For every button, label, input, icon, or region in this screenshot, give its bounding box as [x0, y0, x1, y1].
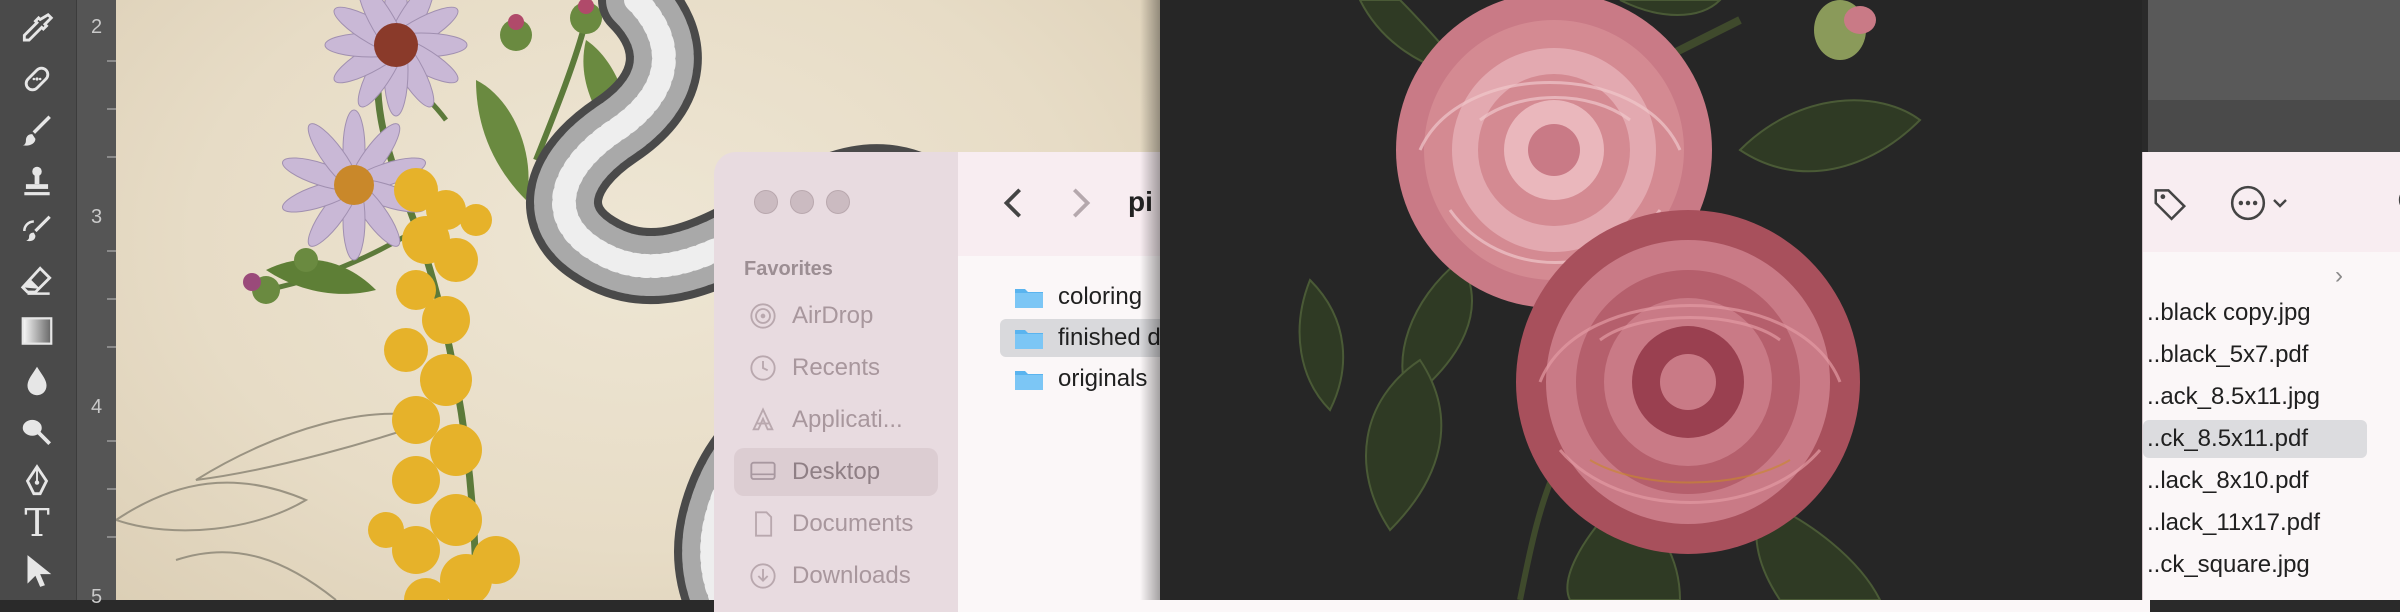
chevron-right-icon[interactable]: [1066, 186, 1094, 225]
sidebar-item-label: Recents: [792, 354, 881, 381]
minimize-window-button[interactable]: [790, 190, 814, 214]
ruler-number: 2: [91, 16, 103, 38]
finder-toolbar-right: [2143, 152, 2400, 253]
path-chevron[interactable]: ›: [2335, 262, 2343, 290]
tag-icon[interactable]: [2151, 184, 2189, 227]
gradient-icon[interactable]: [14, 308, 60, 354]
blur-icon[interactable]: [14, 358, 60, 404]
file-name: coloring: [1058, 283, 1143, 310]
type-icon[interactable]: T: [14, 500, 60, 546]
file-name: ..ack_8.5x11.jpg: [2147, 383, 2321, 410]
photoshop-toolbar: T: [0, 0, 76, 600]
file-name: ..ck_8.5x11.pdf: [2147, 425, 2308, 452]
finder-sidebar: Favorites AirDrop Recents Applicati... D…: [714, 152, 959, 612]
folder-icon: [1015, 371, 1043, 390]
history-brush-icon[interactable]: [14, 208, 60, 254]
eyedropper-icon[interactable]: [14, 6, 60, 52]
sidebar-item-downloads[interactable]: Downloads: [734, 552, 938, 600]
list-item[interactable]: ..black copy.jpg: [2143, 294, 2367, 332]
image-preview-window[interactable]: [1160, 0, 2142, 600]
file-name: ..lack_8x10.pdf: [2147, 467, 2309, 494]
vertical-ruler: 2 3 4 5: [76, 0, 117, 608]
download-icon: [748, 561, 778, 591]
chevron-down-icon[interactable]: [2271, 194, 2289, 217]
desktop-icon: [748, 457, 778, 487]
document-icon: [748, 509, 778, 539]
sidebar-item-applications[interactable]: Applicati...: [734, 396, 938, 444]
file-name: ..ck_square.jpg: [2147, 551, 2310, 578]
pen-icon[interactable]: [14, 458, 60, 504]
search-icon[interactable]: [2389, 184, 2400, 227]
sidebar-item-airdrop[interactable]: AirDrop: [734, 292, 938, 340]
clone-stamp-icon[interactable]: [14, 158, 60, 204]
ruler-number: 3: [91, 206, 103, 228]
airdrop-icon: [748, 301, 778, 331]
rose-flower-lower: [1516, 210, 1860, 554]
file-name: ..black copy.jpg: [2147, 299, 2311, 326]
clock-icon: [748, 353, 778, 383]
close-window-button[interactable]: [754, 190, 778, 214]
sidebar-item-label: Downloads: [792, 562, 911, 589]
sidebar-item-documents[interactable]: Documents: [734, 500, 938, 548]
file-name: ..black_5x7.pdf: [2147, 341, 2309, 368]
ruler-number: 5: [91, 586, 103, 608]
more-options-icon[interactable]: [2229, 184, 2267, 227]
file-name: ..lack_11x17.pdf: [2147, 509, 2321, 536]
aster-flower: [324, 0, 468, 117]
ruler-number: 4: [91, 396, 103, 418]
sidebar-item-label: Documents: [792, 510, 914, 537]
sidebar-item-desktop[interactable]: Desktop: [734, 448, 938, 496]
sidebar-section-favorites: Favorites: [744, 258, 833, 280]
path-selection-icon[interactable]: [14, 548, 60, 594]
folder-icon: [1015, 289, 1043, 308]
list-item[interactable]: ..lack_8x10.pdf: [2143, 462, 2367, 500]
file-name: originals: [1058, 365, 1148, 392]
dodge-icon[interactable]: [14, 408, 60, 454]
camellia-artwork: [1298, 0, 1922, 600]
window-shadow: [1140, 0, 1160, 600]
healing-brush-icon[interactable]: [14, 56, 60, 102]
eraser-icon[interactable]: [14, 258, 60, 304]
sidebar-item-label: Applicati...: [792, 406, 903, 433]
brush-icon[interactable]: [14, 108, 60, 154]
list-item[interactable]: ..black_5x7.pdf: [2143, 336, 2367, 374]
chevron-left-icon[interactable]: [1000, 186, 1028, 225]
background-window-toolbar: [2148, 0, 2400, 100]
file-list-right: › ..black copy.jpg ..black_5x7.pdf ..ack…: [2143, 252, 2400, 600]
finder-window-right: › ..black copy.jpg ..black_5x7.pdf ..ack…: [2142, 152, 2400, 600]
folder-icon: [1015, 330, 1043, 349]
sidebar-item-label: AirDrop: [792, 302, 874, 329]
list-item[interactable]: ..ck_square.jpg: [2143, 546, 2367, 584]
list-item[interactable]: ..ack_8.5x11.jpg: [2143, 378, 2367, 416]
zoom-window-button[interactable]: [826, 190, 850, 214]
applications-icon: [748, 405, 778, 435]
sidebar-item-label: Desktop: [792, 458, 881, 485]
list-item[interactable]: ..lack_11x17.pdf: [2143, 504, 2367, 542]
list-item[interactable]: ..ck_8.5x11.pdf: [2143, 420, 2367, 458]
sidebar-item-recents[interactable]: Recents: [734, 344, 938, 392]
